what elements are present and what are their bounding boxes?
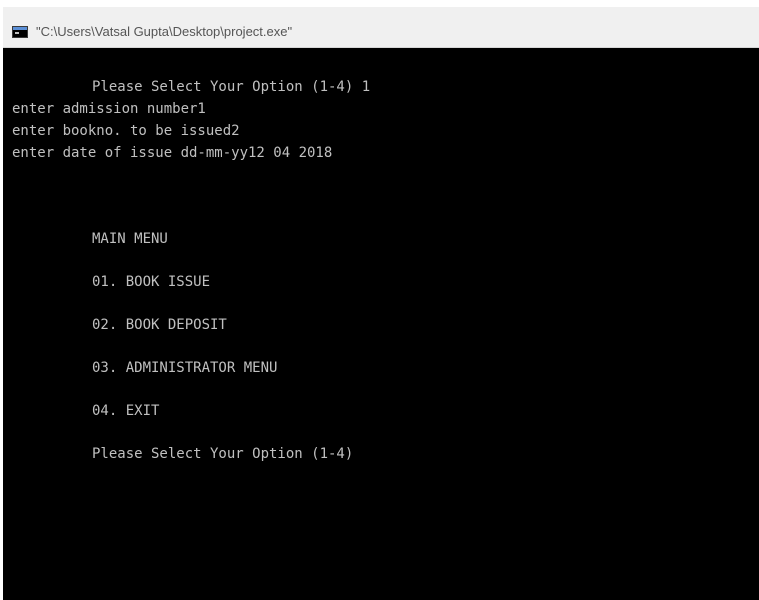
prompt-line: Please Select Your Option (1-4) 1 bbox=[92, 79, 371, 95]
admission-number-line: enter admission number1 bbox=[12, 101, 206, 117]
book-number-line: enter bookno. to be issued2 bbox=[12, 123, 240, 139]
menu-item-administrator-menu: 03. ADMINISTRATOR MENU bbox=[92, 360, 278, 376]
menu-item-book-deposit: 02. BOOK DEPOSIT bbox=[92, 317, 227, 333]
menu-item-book-issue: 01. BOOK ISSUE bbox=[92, 274, 211, 290]
issue-date-line: enter date of issue dd-mm-yy12 04 2018 bbox=[12, 145, 333, 161]
window-title: "C:\Users\Vatsal Gupta\Desktop\project.e… bbox=[36, 24, 293, 39]
menu-title: MAIN MENU bbox=[92, 231, 168, 247]
title-bar[interactable]: "C:\Users\Vatsal Gupta\Desktop\project.e… bbox=[3, 7, 759, 48]
menu-item-exit: 04. EXIT bbox=[92, 403, 160, 419]
final-prompt: Please Select Your Option (1-4) bbox=[92, 446, 354, 462]
console-output[interactable]: Please Select Your Option (1-4) 1 enter … bbox=[3, 48, 759, 600]
console-window-icon bbox=[12, 26, 28, 38]
console-window: "C:\Users\Vatsal Gupta\Desktop\project.e… bbox=[3, 7, 759, 600]
